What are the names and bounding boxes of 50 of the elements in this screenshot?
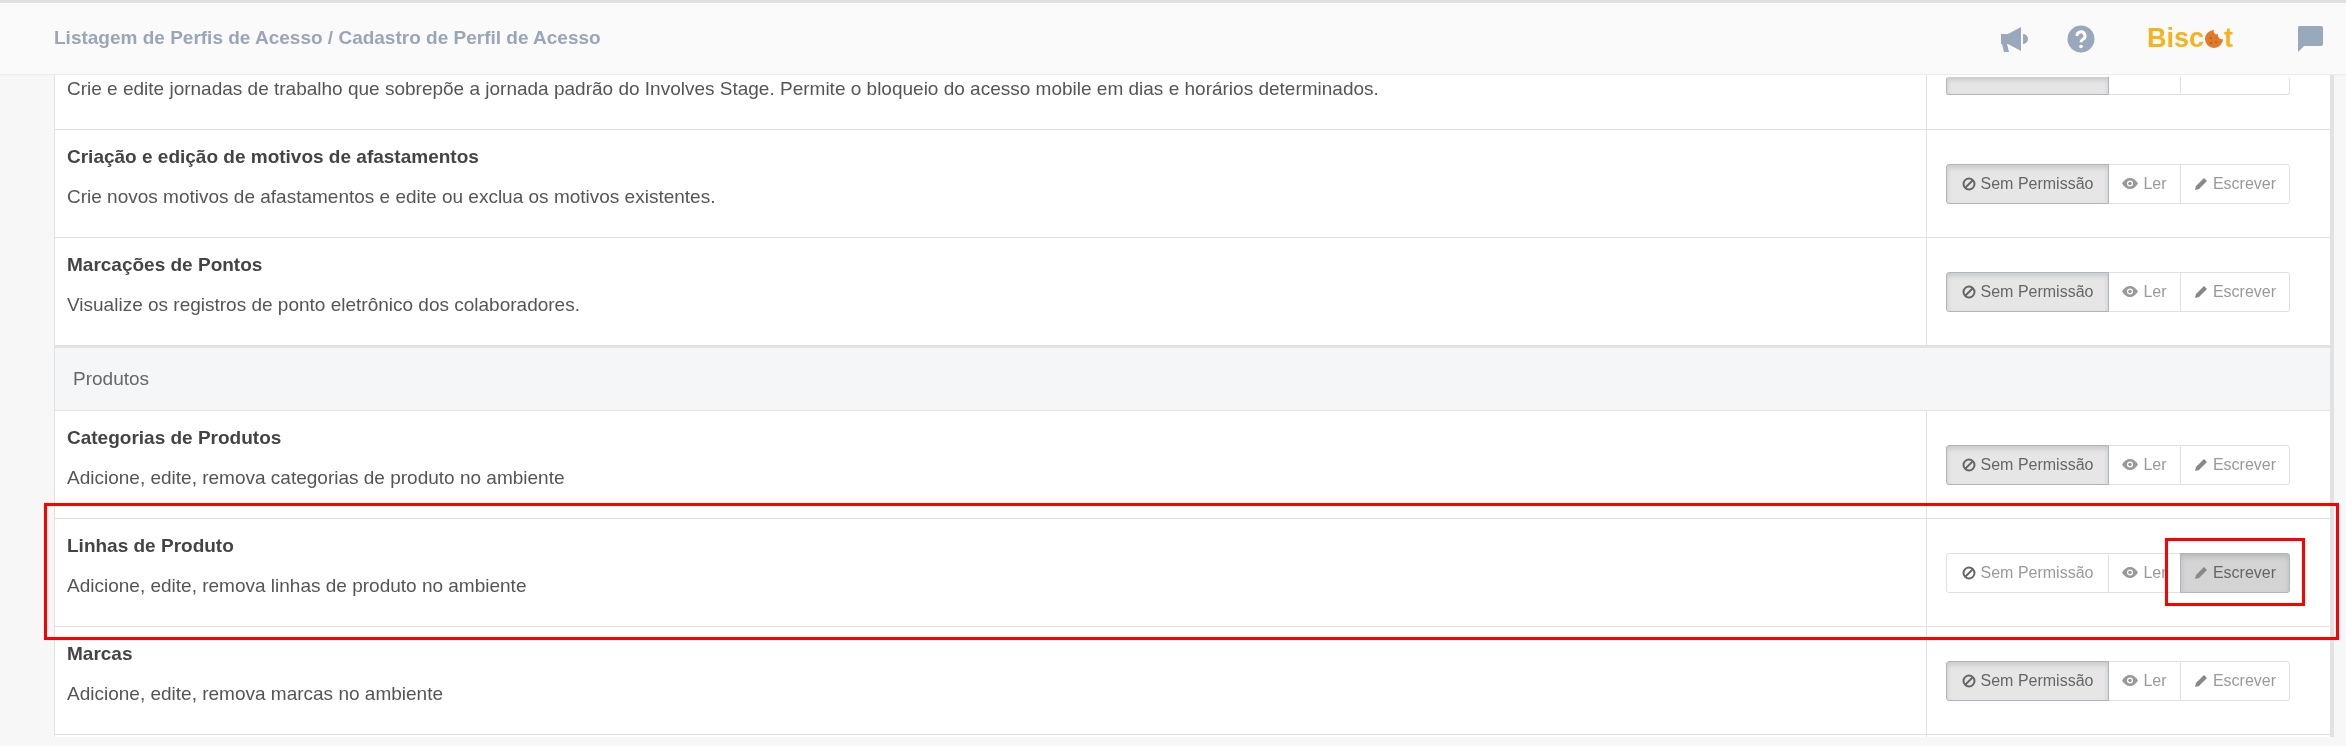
write-button[interactable]: Escrever — [2180, 444, 2290, 485]
no-permission-button[interactable]: Sem Permissão — [1946, 163, 2109, 204]
read-button[interactable]: Ler — [2108, 660, 2181, 701]
eye-icon — [2122, 459, 2139, 470]
block-icon — [1961, 457, 1976, 472]
permission-description: Visualize os registros de ponto eletrônico dos colaboradores. — [67, 293, 581, 317]
pencil-icon — [2193, 673, 2208, 688]
pencil-icon — [2193, 284, 2208, 299]
no-permission-button[interactable]: Sem Permissão — [1946, 660, 2109, 701]
write-button[interactable]: Escrever — [2180, 660, 2290, 701]
eye-icon — [2122, 286, 2139, 297]
permission-description: Crie novos motivos de afastamentos e edite ou exclua os motivos existentes. — [67, 185, 717, 209]
write-button[interactable]: Escrever — [2180, 271, 2290, 312]
megaphone-icon[interactable] — [1998, 24, 2029, 53]
block-icon — [1961, 565, 1976, 580]
eye-icon — [2122, 178, 2139, 189]
eye-icon — [2122, 675, 2139, 686]
permission-description: Adicione, edite, remova linhas de produto no ambiente — [67, 574, 528, 598]
chat-icon[interactable] — [2296, 24, 2324, 53]
read-button[interactable]: Ler — [2108, 444, 2181, 485]
no-permission-button[interactable]: Sem Permissão — [1946, 552, 2109, 593]
permission-title: Linhas de Produto — [67, 534, 235, 558]
no-permission-button[interactable]: Sem Permissão — [1946, 271, 2109, 312]
read-button[interactable]: Ler — [2108, 552, 2181, 593]
read-button[interactable]: Ler — [2108, 271, 2181, 312]
permission-description: Adicione, edite, remova categorias de produto no ambiente — [67, 466, 566, 490]
block-icon — [1961, 284, 1976, 299]
pencil-icon — [2193, 176, 2208, 191]
permission-title: Categorias de Produtos — [67, 426, 283, 450]
no-permission-button[interactable] — [1946, 77, 2109, 95]
eye-icon — [2122, 567, 2139, 578]
permission-description: Adicione, edite, remova marcas no ambiente — [67, 682, 444, 706]
read-button[interactable]: Ler — [2108, 163, 2181, 204]
write-button[interactable]: Escrever — [2180, 552, 2290, 593]
section-title: Produtos — [73, 366, 150, 391]
no-permission-button[interactable]: Sem Permissão — [1946, 444, 2109, 485]
block-icon — [1961, 673, 1976, 688]
breadcrumb: Listagem de Perfis de Acesso / Cadastro de Perfil de Acesso — [54, 26, 601, 51]
permission-title: Marcações de Pontos — [67, 253, 264, 277]
logo[interactable]: Bisc t — [2146, 18, 2233, 59]
block-icon — [1961, 176, 1976, 191]
permission-title: Marcas — [67, 642, 134, 666]
help-icon[interactable] — [2066, 24, 2095, 53]
permission-title: Criação e edição de motivos de afastamentos — [67, 145, 480, 169]
pencil-icon — [2193, 457, 2208, 472]
write-button[interactable]: Escrever — [2180, 163, 2290, 204]
permission-description: Crie e edite jornadas de trabalho que sobrepõe a jornada padrão do Involves Stage. Permite o bloqueio do acesso mobile em dias e horários determinados. — [67, 77, 1380, 101]
cookie-icon — [2204, 28, 2224, 49]
write-button[interactable] — [2180, 77, 2290, 95]
pencil-icon — [2193, 565, 2208, 580]
